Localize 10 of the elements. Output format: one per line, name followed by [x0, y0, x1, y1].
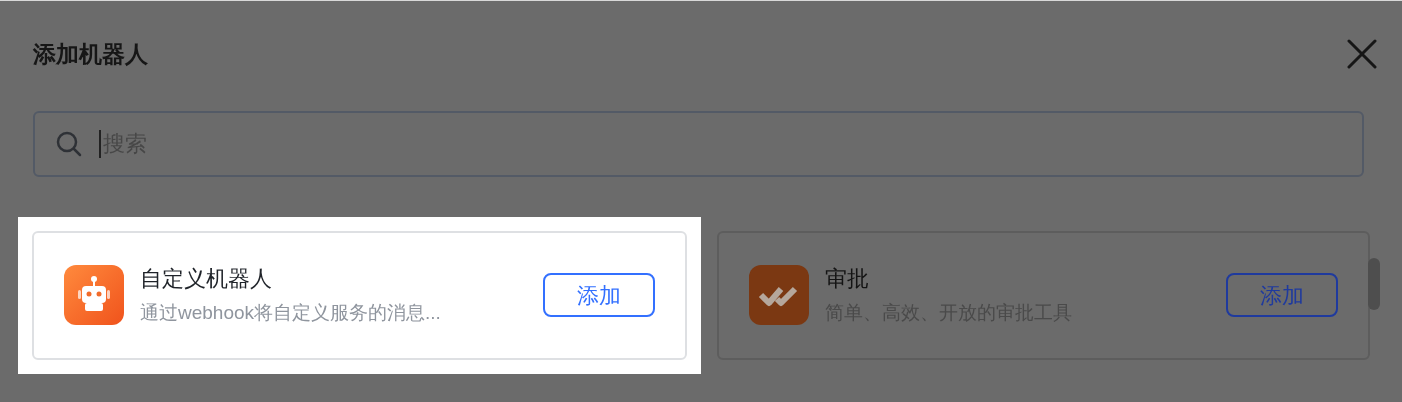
double-check-icon: [749, 265, 809, 325]
scrollbar[interactable]: [1368, 258, 1380, 310]
robot-icon: [64, 265, 124, 325]
search-icon: [55, 129, 83, 158]
bot-description: 通过webhook将自定义服务的消息...: [140, 301, 442, 325]
add-button[interactable]: 添加: [543, 273, 655, 317]
text-cursor: [99, 129, 101, 158]
dialog-title: 添加机器人: [33, 40, 148, 69]
bot-name: 审批: [825, 265, 870, 293]
bot-name: 自定义机器人: [140, 265, 273, 293]
